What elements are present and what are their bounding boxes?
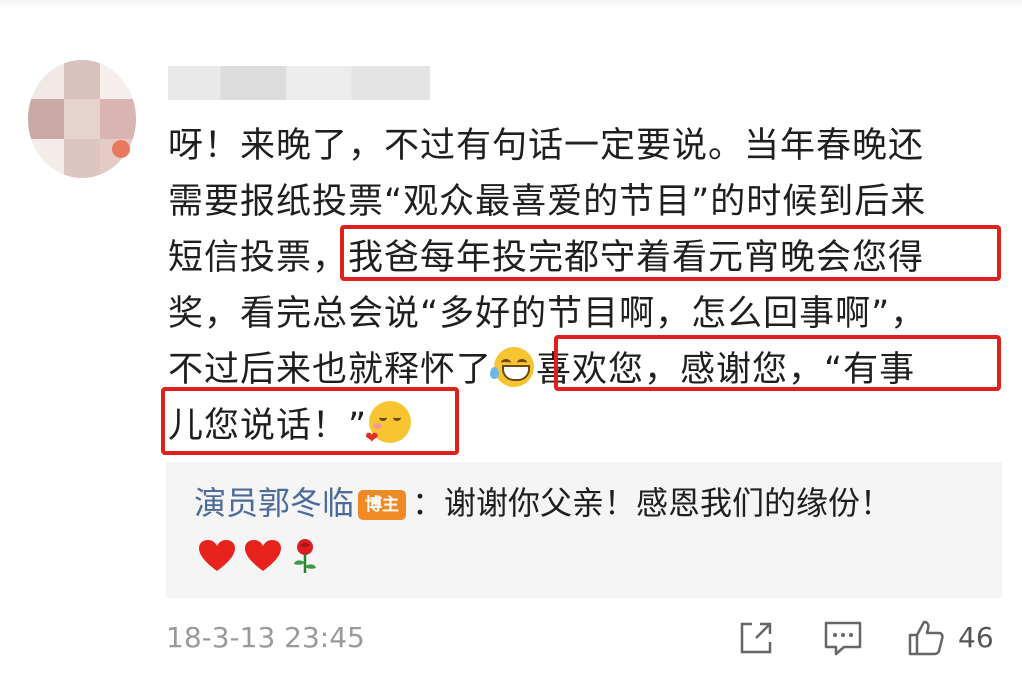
comment-icon: [824, 621, 862, 656]
reply-emojis: [198, 536, 320, 576]
reply-box: 演员郭冬临 博主 ：谢谢你父亲！感恩我们的缘份！: [166, 462, 1002, 598]
comment-button[interactable]: [822, 616, 864, 660]
comment-line: 呀！来晚了，不过有句话一定要说。当年春晚还: [168, 126, 925, 166]
blogger-badge: 博主: [358, 490, 407, 520]
reply-author-link[interactable]: 演员郭冬临: [194, 484, 354, 522]
highlight-box-1: [340, 225, 1001, 281]
reply-line: 演员郭冬临 博主 ：谢谢你父亲！感恩我们的缘份！: [194, 482, 892, 524]
red-heart-emoji-icon: [245, 540, 281, 571]
rose-emoji-icon: [294, 539, 316, 573]
like-count: 46: [958, 621, 994, 654]
username-blurred[interactable]: [168, 66, 430, 100]
thumbs-up-icon: [908, 620, 944, 656]
timestamp: 18-3-13 23:45: [166, 621, 365, 654]
share-icon: [740, 622, 772, 654]
red-heart-emoji-icon: [199, 540, 235, 571]
avatar[interactable]: [28, 60, 136, 178]
highlight-box-2: [554, 335, 1001, 391]
like-button[interactable]: 46: [906, 616, 994, 660]
comment-line: 需要报纸投票“观众最喜爱的节目”的时候到后来: [168, 182, 927, 222]
top-divider: [0, 0, 1022, 10]
highlight-box-3: [161, 387, 459, 455]
laughing-tears-emoji-icon: [490, 347, 535, 387]
avatar-badge: [112, 140, 130, 158]
share-button[interactable]: [736, 616, 776, 660]
comment-line: 奖，看完总会说“多好的节目啊，怎么回事啊”，: [168, 294, 927, 334]
reply-text: ：谢谢你父亲！感恩我们的缘份！: [412, 484, 893, 522]
